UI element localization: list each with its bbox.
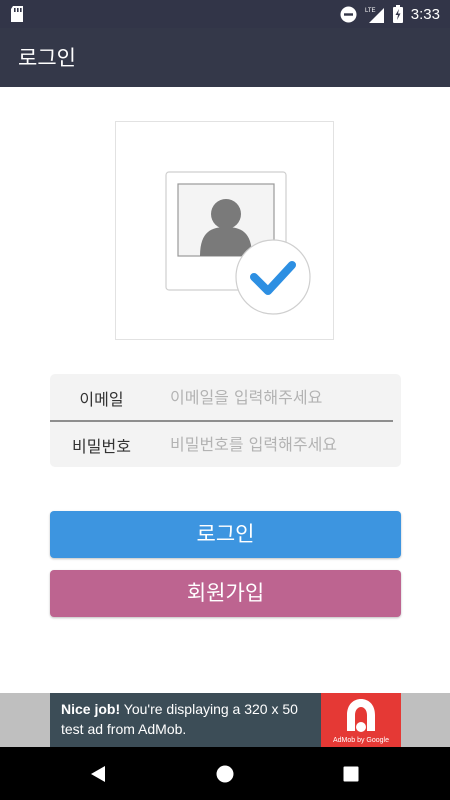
password-field[interactable] (170, 431, 390, 457)
do-not-disturb-icon (340, 6, 357, 22)
email-row: 이메일 (50, 374, 401, 420)
ad-headline: Nice job! (61, 701, 121, 717)
password-row: 비밀번호 (50, 421, 401, 467)
sd-card-icon (11, 6, 23, 22)
signup-button[interactable]: 회원가입 (50, 570, 401, 617)
home-icon[interactable] (216, 765, 234, 783)
password-label: 비밀번호 (72, 437, 131, 456)
svg-text:LTE: LTE (365, 8, 376, 14)
clock: 3:33 (410, 5, 440, 23)
email-field[interactable] (170, 384, 390, 410)
admob-caption: AdMob by Google (332, 737, 390, 744)
ad-banner[interactable]: Nice job! You're displaying a 320 x 50 t… (0, 693, 450, 747)
admob-icon (347, 699, 375, 732)
app-bar: 로그인 (0, 28, 450, 87)
ad-text: Nice job! You're displaying a 320 x 50 t… (61, 699, 321, 739)
admob-logo: AdMob by Google (321, 693, 401, 747)
profile-image-icon (165, 171, 311, 315)
battery-charging-icon (392, 5, 403, 23)
email-label: 이메일 (79, 390, 124, 409)
login-button[interactable]: 로그인 (50, 511, 401, 558)
back-icon[interactable] (90, 765, 106, 783)
recent-apps-icon[interactable] (343, 766, 359, 782)
login-form: 이메일 비밀번호 (50, 374, 401, 467)
ad-content[interactable]: Nice job! You're displaying a 320 x 50 t… (50, 693, 401, 747)
profile-image-frame[interactable] (115, 121, 334, 340)
navigation-bar (0, 747, 450, 800)
page-title: 로그인 (18, 46, 76, 70)
status-bar: LTE 3:33 (0, 0, 450, 28)
signal-icon: LTE (365, 7, 384, 23)
